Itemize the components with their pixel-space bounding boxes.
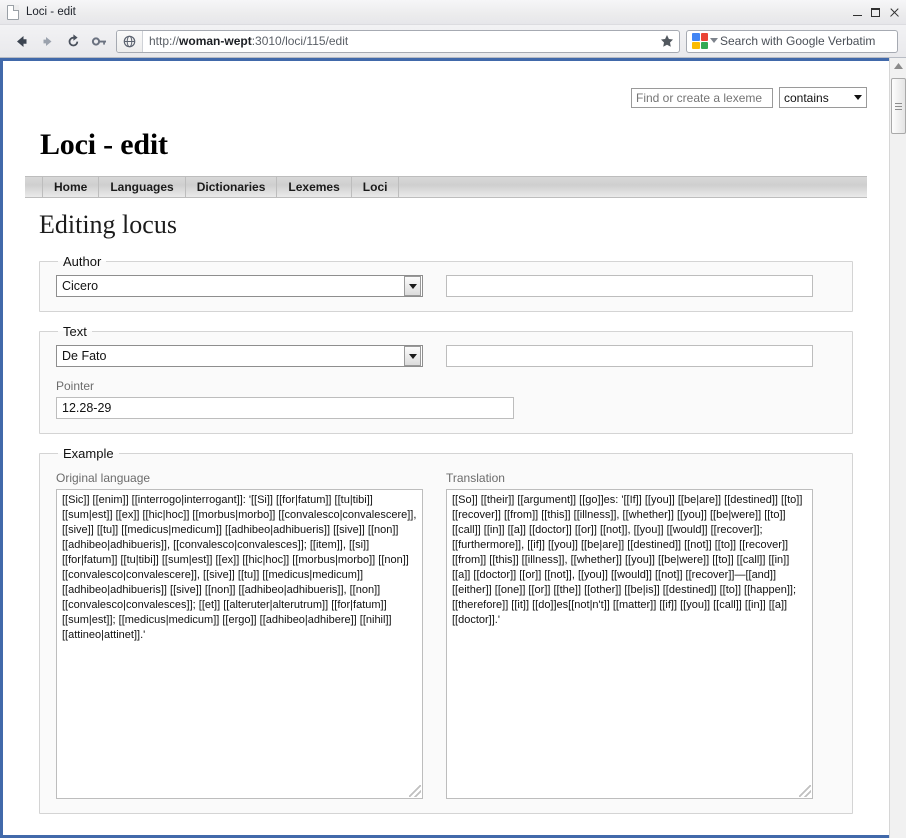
page-scrollbar[interactable] [889,58,906,838]
address-bar-text[interactable]: http://woman-wept:3010/loci/115/edit [143,34,655,48]
maximize-icon[interactable] [871,8,880,17]
reload-icon[interactable] [60,28,86,54]
nav-left-spacer [25,177,43,197]
translation-column: Translation [[So]] [[their]] [[argument]… [446,467,813,799]
nav-item-home[interactable]: Home [43,177,100,197]
author-legend: Author [63,254,102,269]
nav-right-spacer [399,177,867,197]
close-icon[interactable] [889,7,900,18]
author-row: Cicero [56,275,836,297]
window-titlebar: Loci - edit [0,0,906,25]
window-controls [853,0,900,25]
author-select[interactable]: Cicero [56,275,423,297]
forward-arrow-icon[interactable] [34,28,60,54]
minimize-icon[interactable] [853,8,862,17]
chevron-down-icon[interactable] [404,346,421,366]
text-select-value: De Fato [62,349,107,363]
resize-grip-icon[interactable] [409,785,421,797]
scrollbar-grip-icon [895,102,902,110]
scroll-up-arrow-icon[interactable] [890,58,906,73]
chevron-down-icon[interactable] [708,38,720,44]
star-icon[interactable] [655,34,679,48]
google-logo-icon [692,33,708,49]
site-title: Loci - edit [40,128,168,161]
resize-grip-icon[interactable] [799,785,811,797]
scrollbar-thumb[interactable] [891,78,906,134]
nav-item-loci[interactable]: Loci [352,177,400,197]
lexeme-search-bar: contains [25,61,867,108]
address-bar[interactable]: http://woman-wept:3010/loci/115/edit [116,29,680,53]
nav-item-dictionaries[interactable]: Dictionaries [186,177,278,197]
url-scheme: http:// [149,34,180,48]
search-input[interactable]: Search with Google Verbatim [720,34,875,48]
example-legend: Example [63,446,114,461]
browser-toolbar: http://woman-wept:3010/loci/115/edit Sea… [0,25,906,58]
main-navigation: Home Languages Dictionaries Lexemes Loci [25,176,867,198]
key-icon[interactable] [86,28,112,54]
author-fieldset: Author Cicero [39,254,853,312]
original-column: Original language [[Sic]] [[enim]] [[int… [56,467,423,799]
translation-value: [[So]] [[their]] [[argument]] [[go]]es: … [452,494,806,626]
author-select-value: Cicero [62,279,99,293]
globe-icon [117,30,143,52]
pointer-input[interactable] [56,397,514,419]
text-fieldset: Text De Fato Pointer [39,324,853,434]
text-row: De Fato [56,345,836,367]
page-scroller: contains Loci - edit Home Languages Dict… [3,61,889,835]
author-new-input[interactable] [446,275,813,297]
url-host: woman-wept [179,34,252,48]
web-page: contains Loci - edit Home Languages Dict… [3,61,889,814]
url-path: :3010/loci/115/edit [251,34,349,48]
browser-window: Loci - edit http://woman-wept:3010/loci/… [0,0,906,838]
text-new-input[interactable] [446,345,813,367]
text-select[interactable]: De Fato [56,345,423,367]
lexeme-match-mode-select[interactable]: contains [779,87,867,108]
translation-label: Translation [446,471,505,485]
nav-item-languages[interactable]: Languages [99,177,186,197]
chevron-down-icon [854,95,862,100]
content-area: contains Loci - edit Home Languages Dict… [0,58,906,838]
nav-item-lexemes[interactable]: Lexemes [277,177,352,197]
chevron-down-icon[interactable] [404,276,421,296]
original-language-label: Original language [56,471,151,485]
page-viewport: contains Loci - edit Home Languages Dict… [0,58,889,838]
search-box[interactable]: Search with Google Verbatim [686,29,898,53]
text-legend: Text [63,324,87,339]
example-fieldset: Example Original language [[Sic]] [[enim… [39,446,853,814]
page-icon [7,4,19,20]
original-language-textarea[interactable]: [[Sic]] [[enim]] [[interrogo|interrogant… [56,489,423,799]
example-columns: Original language [[Sic]] [[enim]] [[int… [56,467,836,799]
translation-textarea[interactable]: [[So]] [[their]] [[argument]] [[go]]es: … [446,489,813,799]
page-title: Editing locus [39,210,177,239]
original-language-value: [[Sic]] [[enim]] [[interrogo|interrogant… [62,494,420,641]
back-arrow-icon[interactable] [8,28,34,54]
pointer-label: Pointer [56,379,95,393]
lexeme-search-input[interactable] [631,87,773,108]
lexeme-match-mode-value: contains [784,90,829,105]
window-title: Loci - edit [26,6,76,18]
